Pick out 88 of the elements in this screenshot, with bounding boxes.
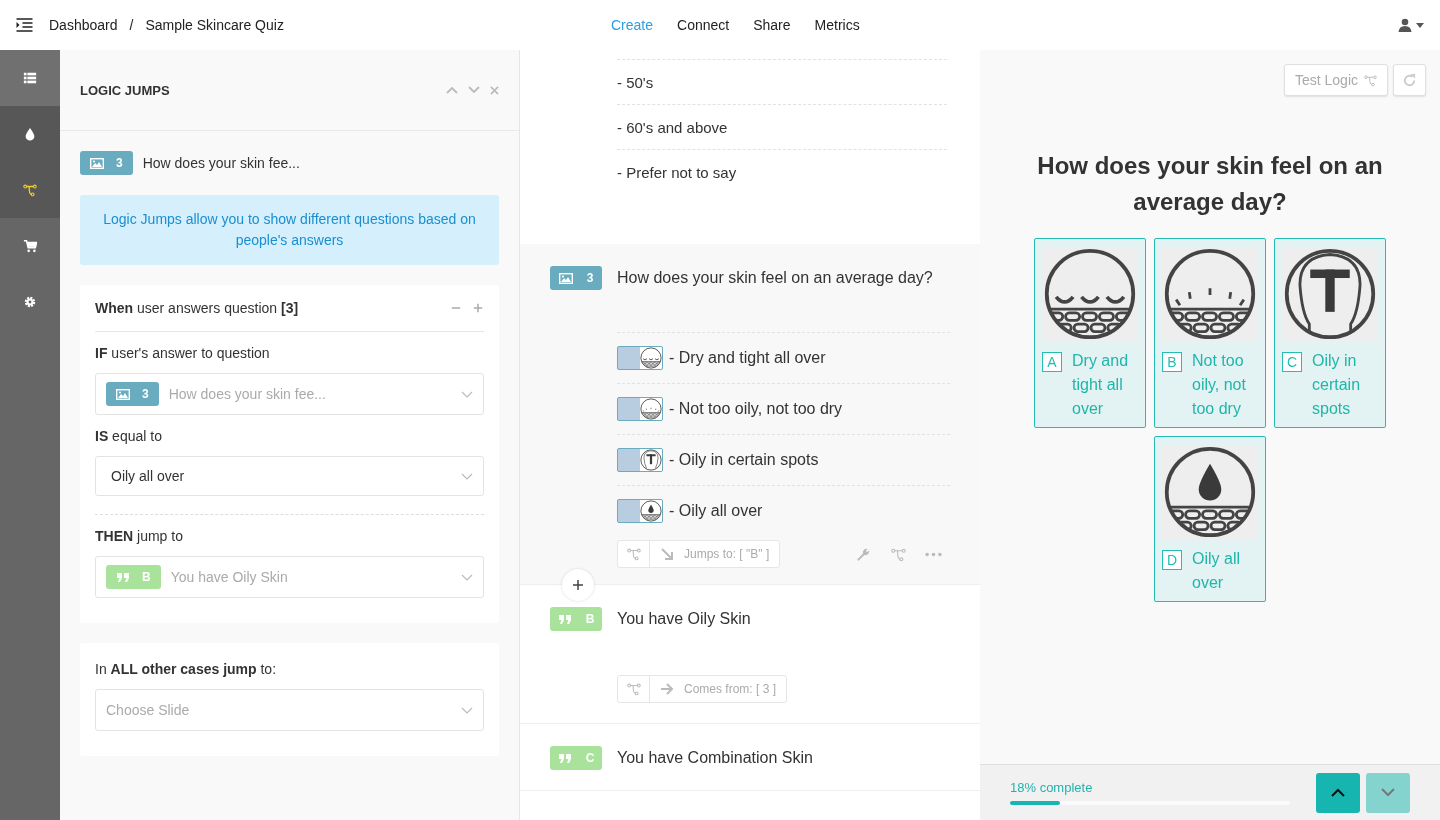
field-label: IF user's answer to question <box>95 345 271 361</box>
slide-select[interactable]: B You have Oily Skin <box>95 556 484 598</box>
option-thumbnail <box>617 397 663 421</box>
quiz-title: Sample Skincare Quiz <box>145 17 284 33</box>
wrench-icon[interactable] <box>855 546 872 562</box>
chevron-down-icon <box>461 706 473 714</box>
nav-tab[interactable]: Share <box>753 3 791 47</box>
select-value: You have Oily Skin <box>170 569 288 585</box>
nav-tab[interactable]: Connect <box>677 3 730 47</box>
block-title: You have Combination Skin <box>617 748 813 768</box>
slide-badge: B <box>550 607 602 631</box>
chevron-up-icon <box>1331 788 1345 797</box>
option-thumbnail <box>617 448 663 472</box>
more-icon[interactable] <box>925 551 942 557</box>
nav-tab[interactable]: Create <box>611 3 654 47</box>
test-logic-button[interactable]: Test Logic <box>1283 64 1388 96</box>
arrow-icon <box>660 547 674 561</box>
choice-key: D <box>1162 550 1182 570</box>
rule-heading: When user answers question [3] <box>95 300 299 316</box>
selected-block[interactable]: 3 How does your skin feel on an average day? - Dry and tight all over - Not too oily, not too dry - Oily in certain spots - Oily all over Jumps to: [ "B" ] <box>520 244 980 585</box>
drop-icon[interactable] <box>0 106 60 162</box>
block-title: You have Oily Skin <box>617 609 751 629</box>
panel-title: LOGIC JUMPS <box>80 82 170 98</box>
choice-key: C <box>1282 352 1302 372</box>
preview-question: How does your skin feel on an average day? <box>1036 151 1384 217</box>
question-title: How does your skin fee... <box>142 155 300 171</box>
user-menu[interactable] <box>1398 18 1424 32</box>
field-label: THEN jump to <box>95 528 184 544</box>
answer-option: - Oily all over <box>669 502 763 520</box>
menu-icon[interactable] <box>16 18 33 32</box>
arrow-icon <box>660 682 674 696</box>
breadcrumb-separator: / <box>129 17 134 33</box>
choice-card[interactable]: A Dry and tight all over <box>1034 238 1146 428</box>
choice-label: Oily in certain spots <box>1312 351 1362 419</box>
chevron-up-icon[interactable] <box>446 85 458 95</box>
choice-label: Dry and tight all over <box>1072 351 1130 419</box>
question-badge: 3 <box>106 382 159 406</box>
previous-button[interactable] <box>1316 772 1360 813</box>
question-badge: 3 <box>550 266 602 290</box>
answer-option: - Prefer not to say <box>617 163 737 181</box>
select-value: Oily all over <box>111 468 185 484</box>
close-icon[interactable] <box>490 85 499 95</box>
answer-option: - Dry and tight all over <box>669 349 826 367</box>
breadcrumb-link[interactable]: Dashboard <box>49 17 118 33</box>
progress-text: 18% complete <box>1010 780 1094 795</box>
logic-chip[interactable]: Jumps to: [ "B" ] <box>617 540 781 568</box>
logic-icon <box>1364 73 1377 87</box>
refresh-button[interactable] <box>1393 64 1426 96</box>
chevron-down-icon <box>461 472 473 480</box>
answer-select[interactable]: Oily all over <box>95 456 484 496</box>
choice-key: B <box>1162 352 1182 372</box>
info-banner: Logic Jumps allow you to show different questions based on people's answers <box>80 195 499 265</box>
select-placeholder: Choose Slide <box>106 702 190 718</box>
caret-icon <box>1416 22 1424 28</box>
choice-key: A <box>1042 352 1062 372</box>
answer-option: - 60's and above <box>617 118 728 136</box>
answer-option: - Oily in certain spots <box>669 451 819 469</box>
block-title: How does your skin feel on an average day? <box>617 268 933 288</box>
chevron-down-icon <box>461 390 473 398</box>
slide-badge: C <box>550 746 602 770</box>
question-badge: 3 <box>80 151 133 175</box>
field-label: In ALL other cases jump to: <box>95 661 278 677</box>
slide-badge: B <box>106 565 161 589</box>
plus-icon <box>572 579 584 591</box>
chevron-down-icon <box>461 573 473 581</box>
slide-select[interactable]: Choose Slide <box>95 689 484 731</box>
question-select[interactable]: 3 How does your skin fee... <box>95 373 484 415</box>
choice-label: Not too oily, not too dry <box>1192 351 1247 419</box>
select-value: How does your skin fee... <box>168 386 326 402</box>
chevron-down-icon[interactable] <box>468 85 480 95</box>
choice-card[interactable]: C Oily in certain spots <box>1274 238 1386 428</box>
plus-icon[interactable] <box>472 303 484 313</box>
refresh-icon <box>1402 72 1417 88</box>
choice-card[interactable]: D Oily all over <box>1154 436 1266 602</box>
chevron-down-icon <box>1381 788 1395 797</box>
logic-icon[interactable] <box>890 546 907 562</box>
field-label: IS equal to <box>95 428 163 444</box>
choice-label: Oily all over <box>1192 549 1241 593</box>
option-thumbnail <box>617 346 663 370</box>
option-thumbnail <box>617 499 663 523</box>
logic-icon <box>626 547 641 561</box>
logic-icon <box>626 682 641 696</box>
nav-tab[interactable]: Metrics <box>814 3 860 47</box>
list-icon[interactable] <box>0 50 60 106</box>
answer-option: - Not too oily, not too dry <box>669 400 843 418</box>
choice-card[interactable]: B Not too oily, not too dry <box>1154 238 1266 428</box>
logic-chip[interactable]: Comes from: [ 3 ] <box>617 675 788 703</box>
answer-option: - 50's <box>617 73 654 91</box>
